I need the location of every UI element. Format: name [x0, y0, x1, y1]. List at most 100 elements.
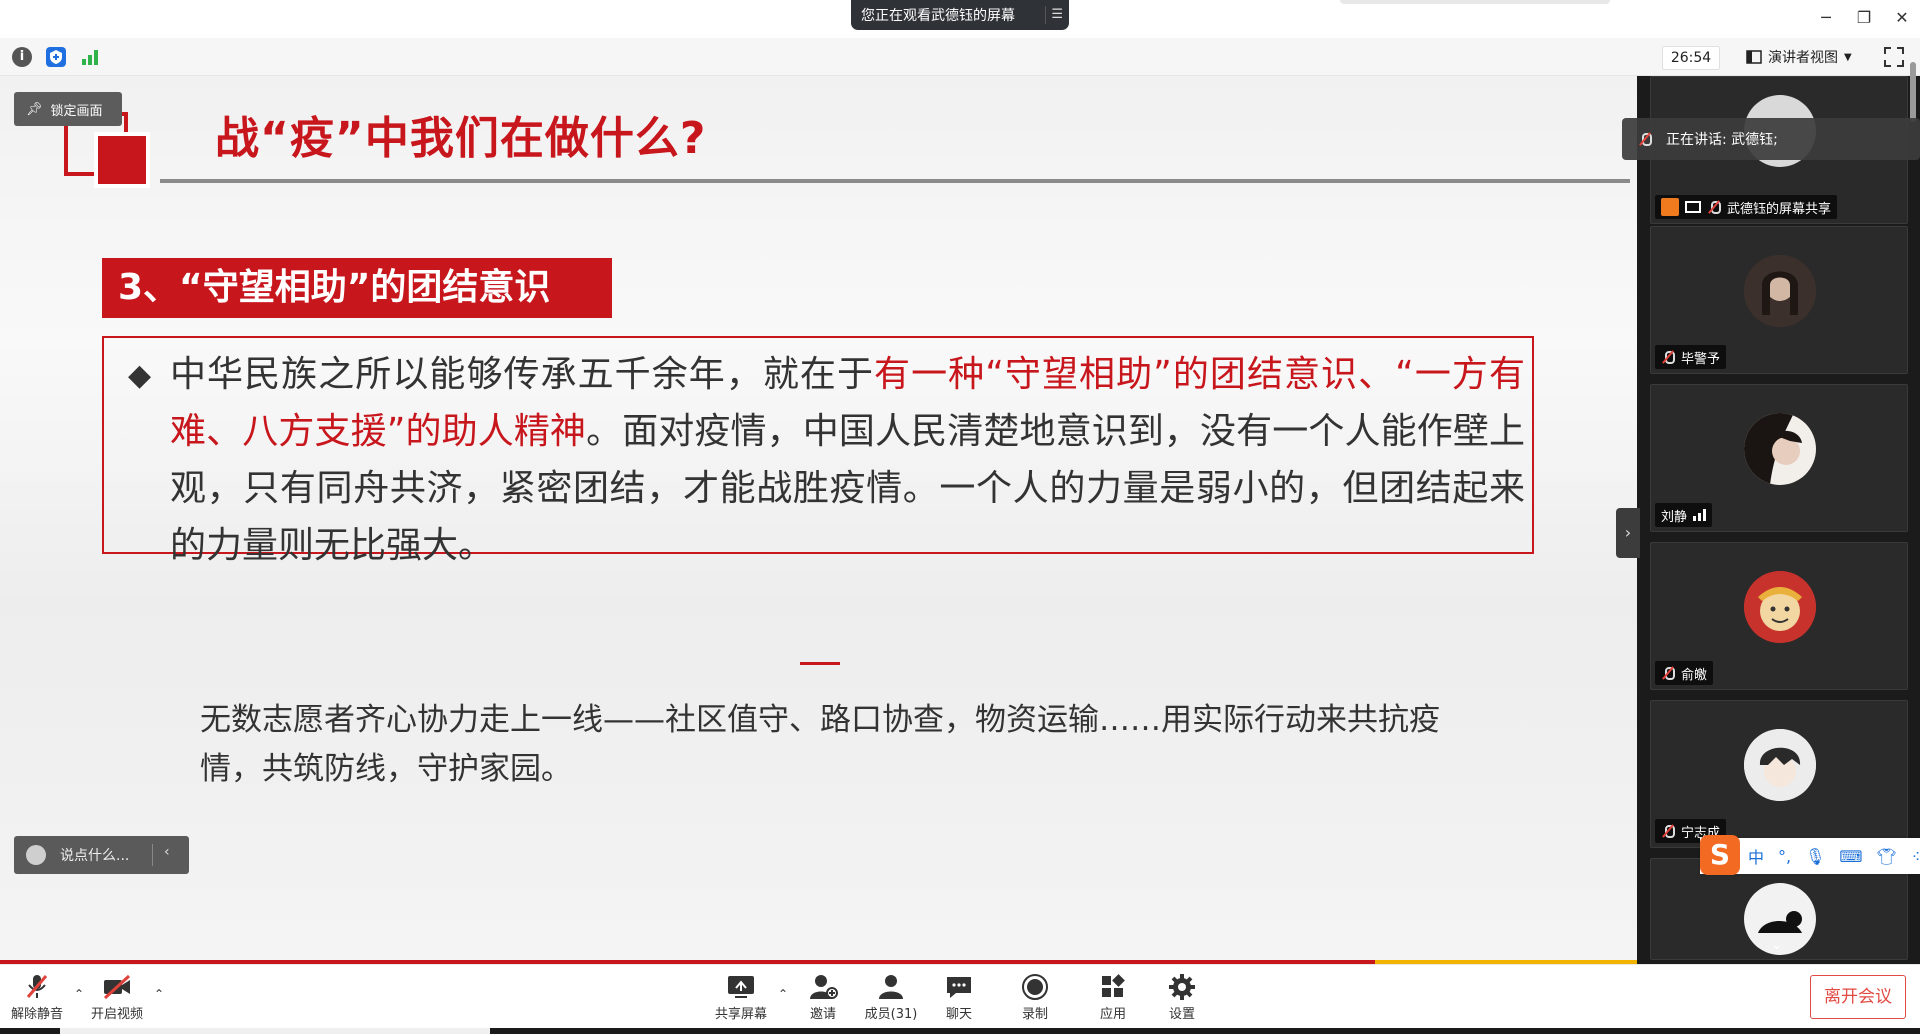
view-mode-select[interactable]: 演讲者视图 ▼: [1738, 44, 1864, 70]
avatar: [1744, 729, 1816, 801]
participant-name-tag: 俞皦: [1655, 661, 1714, 685]
meeting-app: 您正在观看武德钰的屏幕 ☰ ─ ❐ ✕ i 26:54 演讲者视图 ▼ 战“疫”…: [0, 0, 1920, 1034]
unmute-label: 解除静音: [10, 1007, 63, 1022]
meeting-control-bar: 解除静音 ⌃ 开启视频 ⌃ 共享屏幕 ⌃ 邀请 成员(31) 聊天 录制 应用 …: [0, 964, 1920, 1028]
panel-collapse-button[interactable]: ›: [1616, 508, 1640, 558]
record-button[interactable]: 录制: [1000, 973, 1070, 1027]
shield-icon[interactable]: [46, 47, 66, 67]
signal-strength-icon[interactable]: [80, 47, 100, 67]
window-title-bar: 您正在观看武德钰的屏幕 ☰ ─ ❐ ✕: [0, 0, 1920, 38]
members-icon: [876, 973, 906, 1001]
members-button[interactable]: 成员(31): [856, 973, 926, 1027]
bullet-diamond-icon: ◆: [128, 358, 152, 393]
bullet-paragraph: 中华民族之所以能够传承五千余年，就在于有一种“守望相助”的团结意识、“一方有难、…: [170, 346, 1525, 574]
share-banner-text: 您正在观看武德钰的屏幕: [861, 8, 1015, 24]
participant-tile[interactable]: 宁志成: [1650, 700, 1908, 848]
chevron-left-icon[interactable]: ‹: [164, 844, 170, 860]
quick-chat-input[interactable]: 说点什么... ‹: [14, 836, 189, 874]
meeting-toolbar: i: [0, 38, 1920, 76]
minimize-button[interactable]: ─: [1814, 6, 1838, 30]
screen-share-banner[interactable]: 您正在观看武德钰的屏幕 ☰: [851, 0, 1069, 30]
chat-label: 聊天: [945, 1007, 972, 1022]
participant-name: 毕警予: [1681, 351, 1721, 367]
mic-muted-icon: [1661, 666, 1675, 680]
slide-decor-square-fill: [94, 132, 150, 188]
participant-name-tag: 刘静: [1655, 503, 1713, 527]
banner-menu-icon[interactable]: ☰: [1045, 6, 1063, 24]
participant-name-tag: 武德钰的屏幕共享: [1655, 195, 1838, 219]
info-icon[interactable]: i: [12, 47, 32, 67]
apps-label: 应用: [1099, 1007, 1126, 1022]
video-options-caret[interactable]: ⌃: [154, 987, 164, 1001]
participant-tile[interactable]: 刘静: [1650, 384, 1908, 532]
apps-icon: [1098, 973, 1128, 1001]
start-video-button[interactable]: 开启视频: [82, 973, 152, 1027]
section-heading: 3、“守望相助”的团结意识: [102, 258, 612, 318]
chevron-down-icon[interactable]: ⌄: [1771, 937, 1783, 953]
mic-muted-icon: [1661, 350, 1675, 364]
share-screen-button[interactable]: 共享屏幕: [706, 973, 776, 1027]
slide-red-dash: [800, 662, 840, 665]
participant-tile[interactable]: 毕警予: [1650, 226, 1908, 374]
microphone-icon[interactable]: 🎙︎: [1805, 847, 1825, 866]
members-label: 成员(31): [864, 1007, 918, 1022]
settings-label: 设置: [1168, 1007, 1195, 1022]
mic-muted-icon: [22, 973, 52, 1001]
chat-button[interactable]: 聊天: [924, 973, 994, 1027]
emoji-icon[interactable]: [26, 845, 46, 865]
start-video-label: 开启视频: [90, 1007, 143, 1022]
speaker-view-icon: [1746, 50, 1762, 64]
share-screen-icon: [726, 973, 756, 1001]
pin-screen-button[interactable]: 📌︎ 锁定画面: [14, 92, 122, 126]
gear-icon: [1167, 973, 1197, 1001]
signal-strength-icon: [1693, 509, 1707, 521]
bullet-box: ◆ 中华民族之所以能够传承五千余年，就在于有一种“守望相助”的团结意识、“一方有…: [102, 336, 1534, 566]
avatar: [1744, 255, 1816, 327]
taskbar-strip: [0, 1028, 1920, 1034]
participant-name: 武德钰的屏幕共享: [1727, 201, 1832, 217]
restore-button[interactable]: ❐: [1852, 6, 1876, 30]
bullet-segment: 中华民族之所以能够传承五千余年，就在于: [170, 354, 875, 395]
screen-share-icon: [1685, 201, 1701, 213]
slide-bottom-text: 无数志愿者齐心协力走上一线——社区值守、路口协查，物资运输……用实际行动来共抗疫…: [200, 702, 1440, 787]
chat-icon: [944, 973, 974, 1001]
add-user-icon: [808, 973, 838, 1001]
invite-label: 邀请: [809, 1007, 836, 1022]
apps-button[interactable]: 应用: [1078, 973, 1148, 1027]
close-button[interactable]: ✕: [1890, 6, 1914, 30]
slide-title: 战“疫”中我们在做什么?: [215, 113, 707, 164]
settings-button[interactable]: 设置: [1147, 973, 1217, 1027]
video-off-icon: [102, 973, 132, 1001]
invite-button[interactable]: 邀请: [788, 973, 858, 1027]
taskbar-highlight: [60, 1028, 490, 1034]
skin-icon[interactable]: 👕︎: [1877, 847, 1897, 866]
participant-name: 刘静: [1661, 509, 1688, 525]
ime-logo[interactable]: S: [1700, 835, 1740, 875]
slide-title-rule: [160, 179, 1630, 183]
unmute-button[interactable]: 解除静音: [2, 973, 72, 1027]
ime-lang-label[interactable]: 中: [1748, 844, 1764, 868]
user-orange-icon: [1661, 198, 1679, 216]
ime-punct-label[interactable]: °,: [1778, 847, 1791, 866]
quick-chat-placeholder: 说点什么...: [60, 848, 130, 864]
speaking-label: 正在讲话: 武德钰;: [1666, 132, 1778, 148]
pin-icon: 📌︎: [26, 101, 43, 117]
shared-slide: 战“疫”中我们在做什么? 📌︎ 锁定画面 3、“守望相助”的团结意识 ◆ 中华民…: [0, 76, 1637, 960]
apps-grid-icon[interactable]: ⁘: [1911, 847, 1920, 866]
mic-muted-icon: [1638, 132, 1652, 146]
leave-meeting-button[interactable]: 离开会议: [1810, 975, 1906, 1019]
share-screen-label: 共享屏幕: [714, 1007, 767, 1022]
participant-tile[interactable]: 俞皦: [1650, 542, 1908, 690]
mic-muted-icon: [1707, 200, 1721, 214]
participant-name: 俞皦: [1681, 667, 1708, 683]
record-label: 录制: [1021, 1007, 1048, 1022]
chevron-down-icon: ▼: [1844, 51, 1852, 63]
title-bar-strip: [1340, 0, 1610, 4]
keyboard-icon[interactable]: ⌨︎: [1839, 847, 1862, 866]
fullscreen-icon[interactable]: [1883, 46, 1905, 68]
panel-scrollbar[interactable]: [1910, 62, 1916, 122]
record-icon: [1020, 973, 1050, 1001]
meeting-timer: 26:54: [1662, 46, 1720, 70]
share-options-caret[interactable]: ⌃: [778, 987, 788, 1001]
pin-screen-label: 锁定画面: [50, 103, 103, 119]
